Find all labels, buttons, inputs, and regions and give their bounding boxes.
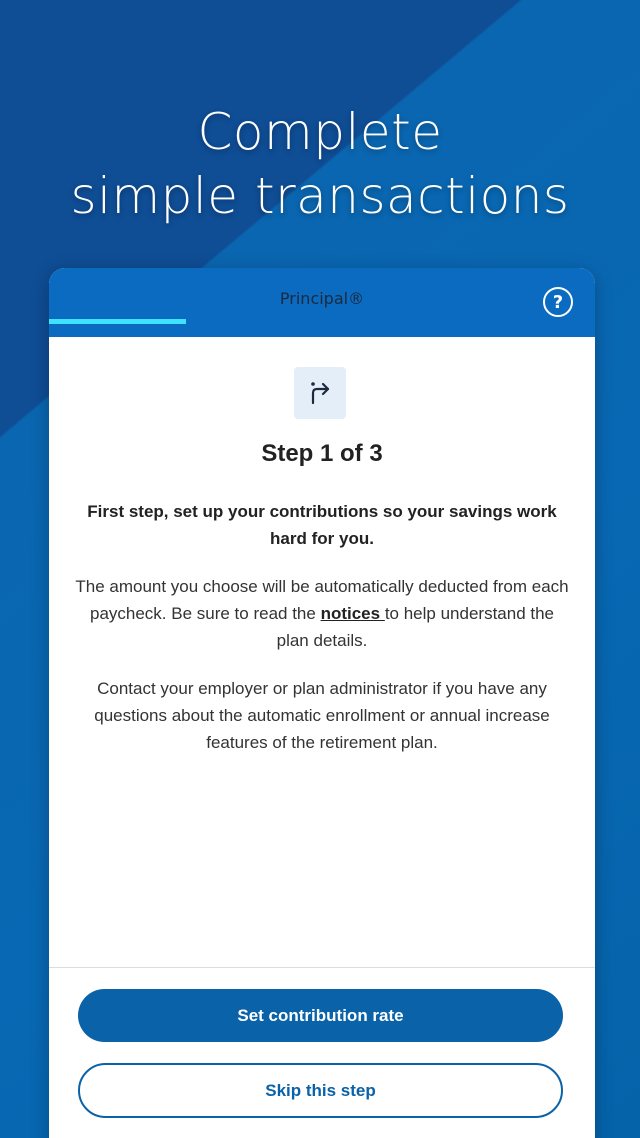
app-title: Principal®	[279, 289, 365, 308]
set-contribution-rate-button[interactable]: Set contribution rate	[78, 989, 563, 1042]
divider	[49, 967, 595, 968]
notices-link[interactable]: notices	[321, 604, 385, 623]
app-header: Principal® ?	[49, 268, 595, 337]
headline-line-2: simple transactions	[70, 167, 570, 225]
help-circle-icon[interactable]: ?	[543, 287, 573, 317]
skip-step-button[interactable]: Skip this step	[78, 1063, 563, 1118]
step-progress-bar	[49, 319, 595, 324]
headline-line-1: Complete	[197, 103, 443, 161]
step-progress-fill	[49, 319, 186, 324]
step-title: Step 1 of 3	[261, 440, 383, 467]
turn-right-arrow-icon	[294, 367, 346, 419]
headline: Complete simple transactions	[0, 100, 640, 228]
step-lead-text: First step, set up your contributions so…	[87, 502, 557, 548]
contact-info-text: Contact your employer or plan administra…	[94, 679, 550, 752]
step-description: The amount you choose will be automatica…	[75, 573, 569, 654]
app-card: Principal® ? Step 1 of 3 First step, set…	[49, 268, 595, 1138]
